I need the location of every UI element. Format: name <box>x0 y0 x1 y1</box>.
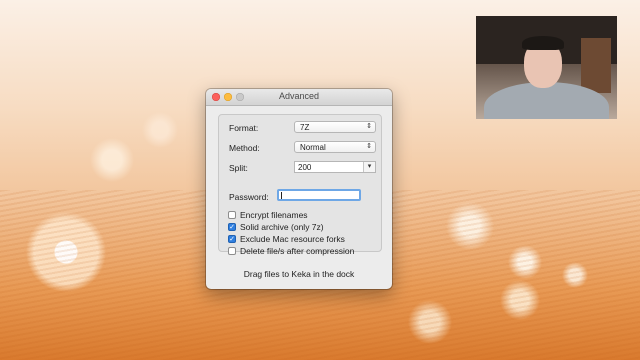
format-label: Format: <box>229 123 259 133</box>
drag-hint: Drag files to Keka in the dock <box>243 269 355 279</box>
checkbox-label: Exclude Mac resource forks <box>240 234 345 244</box>
method-label: Method: <box>229 143 260 153</box>
checkbox-box[interactable] <box>228 247 236 255</box>
method-popup[interactable]: Normal ⇕ <box>294 141 376 153</box>
password-field[interactable] <box>277 189 361 201</box>
checkbox-label: Delete file/s after compression <box>240 246 355 256</box>
checkmark-icon[interactable]: ✓ <box>228 223 236 231</box>
checkbox-label: Solid archive (only 7z) <box>240 222 324 232</box>
format-value: 7Z <box>300 123 310 132</box>
format-popup[interactable]: 7Z ⇕ <box>294 121 376 133</box>
title-bar[interactable]: Advanced <box>206 89 392 106</box>
checkbox-label: Encrypt filenames <box>240 210 308 220</box>
checkmark-icon[interactable]: ✓ <box>228 235 236 243</box>
split-value: 200 <box>298 163 312 172</box>
method-value: Normal <box>300 143 326 152</box>
webcam-shelf <box>581 38 611 93</box>
split-combobox[interactable]: 200 ▾ <box>294 161 376 173</box>
webcam-overlay <box>476 16 617 119</box>
checkbox-box[interactable] <box>228 211 236 219</box>
advanced-window: Advanced Format: 7Z ⇕ Method: Normal ⇕ S… <box>206 89 392 289</box>
password-label: Password: <box>229 192 269 202</box>
chevron-down-icon[interactable]: ▾ <box>363 162 375 172</box>
webcam-person-hair <box>522 36 564 50</box>
window-title: Advanced <box>278 91 320 101</box>
split-label: Split: <box>229 163 248 173</box>
text-caret <box>281 192 282 199</box>
updown-arrows-icon: ⇕ <box>366 143 372 150</box>
updown-arrows-icon: ⇕ <box>366 123 372 130</box>
